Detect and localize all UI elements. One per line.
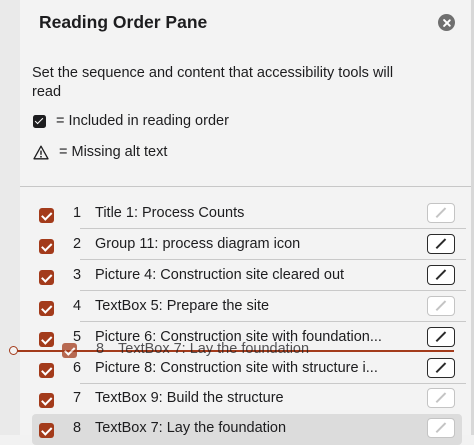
include-checkbox[interactable] xyxy=(39,332,54,347)
item-number: 3 xyxy=(73,267,82,283)
edit-alt-text-button[interactable] xyxy=(427,296,455,316)
edit-alt-text-button[interactable] xyxy=(427,388,455,408)
item-label: TextBox 5: Prepare the site xyxy=(95,298,270,314)
warning-icon xyxy=(33,145,49,159)
list-item[interactable]: 3 Picture 4: Construction site cleared o… xyxy=(20,261,474,292)
row-divider xyxy=(80,290,466,291)
edit-alt-text-button[interactable] xyxy=(427,203,455,223)
legend-missing-alt-label: = Missing alt text xyxy=(59,144,168,160)
item-number: 8 xyxy=(73,420,82,436)
item-number: 2 xyxy=(73,236,82,252)
section-divider xyxy=(20,186,474,187)
item-number: 4 xyxy=(73,298,82,314)
legend-missing-alt: = Missing alt text xyxy=(33,144,167,160)
include-checkbox[interactable] xyxy=(39,270,54,285)
close-button[interactable] xyxy=(438,14,455,31)
edit-alt-text-button[interactable] xyxy=(427,327,455,347)
item-number: 1 xyxy=(73,205,82,221)
include-checkbox[interactable] xyxy=(39,423,54,438)
list-item[interactable]: 1 Title 1: Process Counts xyxy=(20,199,474,230)
left-panel-edge xyxy=(0,0,21,435)
list-item[interactable]: 7 TextBox 9: Build the structure xyxy=(20,384,474,415)
item-number: 7 xyxy=(73,390,82,406)
list-item[interactable]: 6 Picture 8: Construction site with stru… xyxy=(20,354,474,385)
pane-description: Set the sequence and content that access… xyxy=(32,65,394,100)
legend-included-label: = Included in reading order xyxy=(56,113,229,129)
row-divider xyxy=(80,259,466,260)
edit-alt-text-button[interactable] xyxy=(427,265,455,285)
include-checkbox[interactable] xyxy=(39,208,54,223)
item-label: TextBox 9: Build the structure xyxy=(95,390,284,406)
include-checkbox[interactable] xyxy=(39,363,54,378)
row-divider xyxy=(80,228,466,229)
edit-alt-text-button[interactable] xyxy=(427,418,455,438)
item-label: Picture 4: Construction site cleared out xyxy=(95,267,345,283)
item-label: TextBox 7: Lay the foundation xyxy=(95,420,287,436)
ghost-number: 8 xyxy=(96,341,105,357)
row-divider xyxy=(80,321,466,322)
item-number: 6 xyxy=(73,360,82,376)
edit-alt-text-button[interactable] xyxy=(427,358,455,378)
include-checkbox[interactable] xyxy=(39,301,54,316)
item-label: Group 11: process diagram icon xyxy=(95,236,301,252)
include-checkbox[interactable] xyxy=(39,239,54,254)
list-item[interactable]: 2 Group 11: process diagram icon xyxy=(20,230,474,261)
pane-title: Reading Order Pane xyxy=(39,12,208,32)
ghost-label: TextBox 7: Lay the foundation xyxy=(118,341,310,357)
edit-alt-text-button[interactable] xyxy=(427,234,455,254)
list-item[interactable]: 4 TextBox 5: Prepare the site xyxy=(20,292,474,323)
checkbox-icon xyxy=(33,114,46,128)
legend-included: = Included in reading order xyxy=(33,113,229,129)
item-label: Picture 8: Construction site with struct… xyxy=(95,360,378,376)
reading-order-pane: Reading Order Pane Set the sequence and … xyxy=(20,0,474,445)
ghost-checkbox xyxy=(62,343,77,358)
include-checkbox[interactable] xyxy=(39,393,54,408)
list-item-selected[interactable]: 8 TextBox 7: Lay the foundation xyxy=(32,414,462,445)
item-label: Title 1: Process Counts xyxy=(95,205,245,221)
